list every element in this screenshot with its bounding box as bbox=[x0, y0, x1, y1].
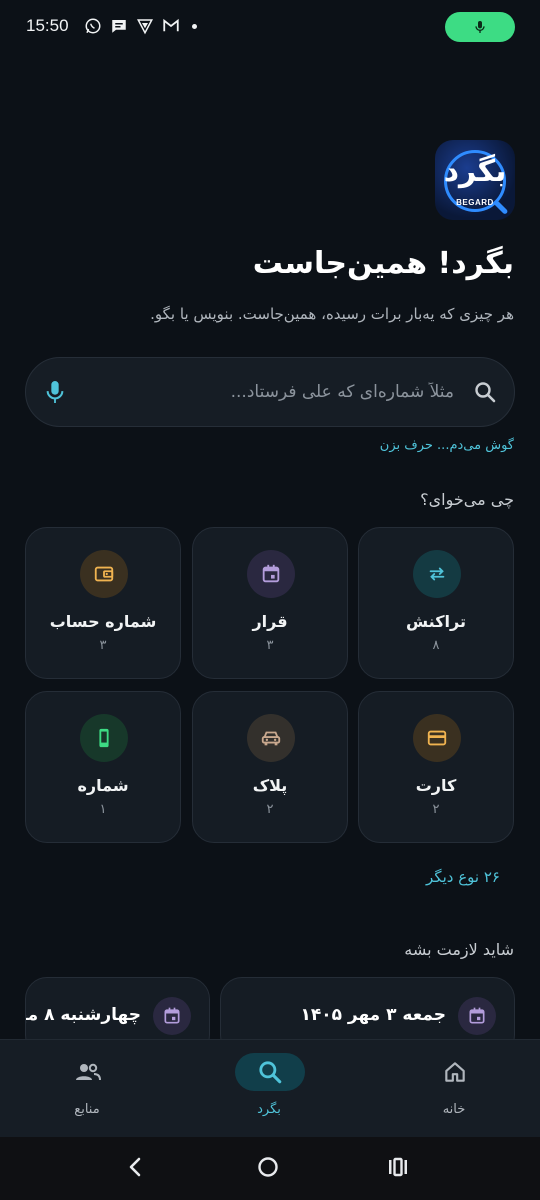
listening-status: گوش می‌دم... حرف بزن bbox=[379, 438, 514, 453]
mic-active-indicator[interactable] bbox=[445, 12, 515, 42]
category-card-appointment[interactable]: قرار ۳ bbox=[192, 527, 348, 679]
car-icon bbox=[247, 714, 295, 762]
suggestions-title: شاید لازمت بشه bbox=[404, 940, 514, 959]
calendar-icon bbox=[458, 997, 496, 1035]
category-count: ۲ bbox=[266, 802, 274, 817]
category-count: ۸ bbox=[432, 638, 440, 653]
phone-icon bbox=[80, 714, 128, 762]
system-navigation-bar bbox=[0, 1137, 540, 1200]
people-icon bbox=[53, 1053, 123, 1091]
transfer-icon bbox=[413, 550, 461, 598]
search-icon bbox=[235, 1053, 305, 1091]
category-card-account-number[interactable]: شماره حساب ۳ bbox=[25, 527, 181, 679]
status-time: 15:50 bbox=[26, 16, 69, 35]
vpn-icon bbox=[136, 17, 154, 35]
category-label: شماره حساب bbox=[49, 612, 157, 631]
suggestion-text: چهارشنبه ۸ مهر bbox=[26, 1005, 141, 1025]
category-count: ۲ bbox=[432, 802, 440, 817]
calendar-icon bbox=[247, 550, 295, 598]
wallet-icon bbox=[80, 550, 128, 598]
nav-label: بگرد bbox=[257, 1102, 281, 1117]
bottom-navigation: خانه بگرد منابع bbox=[0, 1039, 540, 1137]
home-icon bbox=[420, 1053, 490, 1091]
logo-subtext: BEGARD bbox=[456, 198, 494, 207]
whatsapp-icon bbox=[84, 17, 102, 35]
category-count: ۱ bbox=[99, 802, 107, 817]
search-icon bbox=[473, 380, 497, 408]
credit-card-icon bbox=[413, 714, 461, 762]
search-bar[interactable] bbox=[25, 357, 515, 427]
page-title: بگرد! همین‌جاست bbox=[252, 246, 514, 281]
back-icon[interactable] bbox=[124, 1155, 148, 1183]
category-label: شماره bbox=[77, 776, 129, 795]
category-label: کارت bbox=[415, 776, 457, 795]
category-count: ۳ bbox=[266, 638, 274, 653]
more-notifications-dot bbox=[192, 23, 197, 29]
category-card-transaction[interactable]: تراکنش ۸ bbox=[358, 527, 514, 679]
category-card-phone[interactable]: شماره ۱ bbox=[25, 691, 181, 843]
search-input[interactable] bbox=[84, 358, 454, 426]
category-card-plate[interactable]: پلاک ۲ bbox=[192, 691, 348, 843]
nav-item-home[interactable]: خانه bbox=[384, 1040, 524, 1138]
category-label: قرار bbox=[252, 612, 288, 631]
nav-item-sources[interactable]: منابع bbox=[17, 1040, 157, 1138]
category-card-card[interactable]: کارت ۲ bbox=[358, 691, 514, 843]
gmail-icon bbox=[162, 17, 180, 35]
page-subtitle: هر چیزی که یه‌بار برات رسیده، همین‌جاست.… bbox=[150, 305, 514, 323]
mic-icon bbox=[475, 21, 485, 33]
calendar-icon bbox=[153, 997, 191, 1035]
app-logo: بگرد BEGARD bbox=[435, 140, 515, 220]
categories-title: چی می‌خوای؟ bbox=[420, 490, 514, 509]
nav-label: منابع bbox=[74, 1102, 100, 1117]
status-bar: 15:50 bbox=[0, 0, 540, 54]
more-categories-link[interactable]: ۲۶ نوع دیگر bbox=[426, 868, 500, 886]
home-circle-icon[interactable] bbox=[256, 1155, 280, 1183]
logo-text: بگرد bbox=[443, 154, 507, 189]
nav-label: خانه bbox=[442, 1102, 466, 1117]
nav-item-search[interactable]: بگرد bbox=[199, 1040, 339, 1138]
category-count: ۳ bbox=[99, 638, 107, 653]
message-icon bbox=[110, 17, 128, 35]
category-label: پلاک bbox=[252, 776, 288, 795]
category-label: تراکنش bbox=[406, 612, 466, 631]
recents-icon[interactable] bbox=[386, 1155, 410, 1183]
notification-icons bbox=[84, 17, 197, 35]
suggestion-text: جمعه ۳ مهر ۱۴۰۵ bbox=[300, 1005, 446, 1025]
voice-search-mic-icon[interactable] bbox=[44, 379, 66, 409]
